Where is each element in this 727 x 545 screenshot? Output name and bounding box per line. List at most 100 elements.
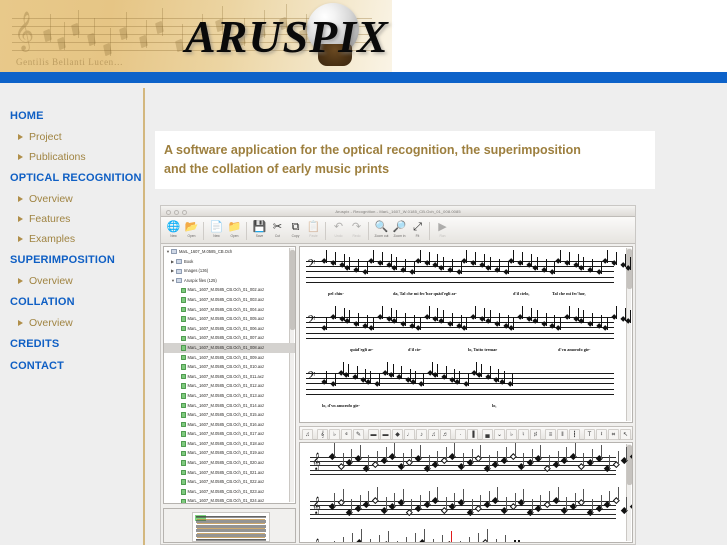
sidebar-item-features[interactable]: Features	[0, 209, 143, 229]
score-note-stem	[445, 447, 447, 461]
score-note-stem	[359, 495, 361, 509]
toolbar-button-zoom-out[interactable]: 🔍 Zoom out	[373, 220, 390, 238]
meter-tool-icon[interactable]: 𝄴	[341, 428, 352, 440]
notation-tool-icon[interactable]: ♫	[302, 428, 313, 440]
page-thumbnail-pane[interactable]	[163, 508, 296, 543]
toolbar-button-new[interactable]: 🌐 New	[165, 220, 182, 238]
tree-item[interactable]: MarL_1607_M.0585_CB.Och_01_002.axz	[164, 285, 295, 295]
dot-tool-icon[interactable]: ·	[455, 428, 466, 440]
tree-item[interactable]: MarL_1607_M.0585_CB.Och_01_013.axz	[164, 391, 295, 401]
toolbar-button-new[interactable]: 📄 New	[208, 220, 225, 238]
tree-item[interactable]: MarL_1607_M.0585_CB.Och_01_018.axz	[164, 439, 295, 449]
semifusa-note-icon[interactable]: ♬	[440, 428, 451, 440]
toolbar-button-copy[interactable]: ⧉ Copy	[287, 220, 304, 238]
score-note-stem	[480, 495, 482, 509]
tree-item[interactable]: MarL_1607_M.0585_CB.Och_01_009.axz	[164, 353, 295, 363]
tree-item[interactable]: ▶ Images (136)	[164, 266, 295, 276]
tree-item[interactable]: MarL_1607_M.0585_CB.Och_01_020.axz	[164, 458, 295, 468]
tree-item[interactable]: MarL_1607_M.0585_CB.Och_01_021.axz	[164, 468, 295, 478]
sidebar-item-overview[interactable]: Overview	[0, 313, 143, 333]
custos-icon[interactable]: ⌄	[494, 428, 505, 440]
tree-item[interactable]: MarL_1607_M.0585_CB.Och_01_022.axz	[164, 477, 295, 487]
tree-item[interactable]: MarL_1607_M.0585_CB.Och_01_015.axz	[164, 410, 295, 420]
score-note-stem	[334, 541, 335, 542]
facsimile-note-stem	[624, 254, 626, 268]
toolbar-button-open[interactable]: 📂 Open	[183, 220, 200, 238]
score-note-stem	[574, 443, 576, 457]
natural-icon[interactable]: ♮	[518, 428, 529, 440]
tree-item[interactable]: MarL_1607_M.0585_CB.Och_01_019.axz	[164, 448, 295, 458]
toolbar-button-fit[interactable]: ⤢ Fit	[409, 220, 426, 238]
keysig-tool-icon[interactable]: ♭	[329, 428, 340, 440]
content-divider	[143, 88, 145, 545]
barline-icon[interactable]: ‖	[557, 428, 568, 440]
tree-item[interactable]: ▶ Book	[164, 257, 295, 267]
facsimile-note-stem	[343, 254, 345, 268]
tree-item[interactable]: MarL_1607_M.0585_CB.Och_01_007.axz	[164, 333, 295, 343]
toolbar-button-open[interactable]: 📁 Open	[226, 220, 243, 238]
tree-item[interactable]: MarL_1607_M.0585_CB.Och_01_014.axz	[164, 401, 295, 411]
select-tool-icon[interactable]: ↖	[620, 428, 631, 440]
save-icon: 💾	[252, 221, 267, 233]
tree-item[interactable]: ▼ MarL_1607_M.0585_CB.Och	[164, 247, 295, 257]
sidebar-item-collation[interactable]: COLLATION	[0, 291, 143, 313]
pen-tool-icon[interactable]: ✎	[353, 428, 364, 440]
semiminima-note-icon[interactable]: ♪	[416, 428, 427, 440]
sidebar-item-superimposition[interactable]: SUPERIMPOSITION	[0, 249, 143, 271]
score-note-stem	[592, 499, 593, 513]
rest-brevis-icon[interactable]: ▄	[482, 428, 493, 440]
rest-longa-icon[interactable]: ▐	[467, 428, 478, 440]
recognized-score-pane[interactable]: 𝄞𝄞𝄞	[299, 442, 633, 543]
aruspix-file-icon	[181, 354, 186, 361]
facsimile-note-stem	[419, 317, 421, 330]
tree-item[interactable]: MarL_1607_M.0585_CB.Och_01_003.axz	[164, 295, 295, 305]
facsimile-scrollbar[interactable]	[626, 248, 632, 421]
text-tool-icon[interactable]: T	[584, 428, 595, 440]
longa-note-icon[interactable]: ▬	[368, 428, 379, 440]
facsimile-note-stem	[554, 261, 556, 274]
minima-note-icon[interactable]: ♩	[404, 428, 415, 440]
score-note-stem	[566, 497, 568, 511]
sidebar-item-publications[interactable]: Publications	[0, 147, 143, 167]
tree-item[interactable]: MarL_1607_M.0585_CB.Och_01_005.axz	[164, 314, 295, 324]
tree-item[interactable]: MarL_1607_M.0585_CB.Och_01_012.axz	[164, 381, 295, 391]
tree-item[interactable]: MarL_1607_M.0585_CB.Och_01_024.axz	[164, 496, 295, 503]
facsimile-note-stem	[405, 258, 407, 272]
sidebar-item-home[interactable]: HOME	[0, 105, 143, 127]
tree-item-selected[interactable]: MarL_1607_M.0585_CB.Och_01_008.axz	[164, 342, 295, 353]
semibrevis-note-icon[interactable]: ◆	[392, 428, 403, 440]
tree-item[interactable]: MarL_1607_M.0585_CB.Och_01_016.axz	[164, 420, 295, 430]
facsimile-image-pane[interactable]: 𝄢𝄢𝄢pel chiu-da, Tal che mi fec'hor quãd'…	[299, 246, 633, 423]
tree-item[interactable]: MarL_1607_M.0585_CB.Och_01_011.axz	[164, 372, 295, 382]
sidebar-item-examples[interactable]: Examples	[0, 229, 143, 249]
tree-item-label: MarL_1607_M.0585_CB.Och_01_018.axz	[187, 441, 265, 446]
tree-item[interactable]: MarL_1607_M.0585_CB.Och_01_023.axz	[164, 487, 295, 497]
sidebar-item-contact[interactable]: CONTACT	[0, 355, 143, 377]
grid-tool-icon[interactable]: ⌗	[608, 428, 619, 440]
brevis-note-icon[interactable]: ▬	[380, 428, 391, 440]
project-tree-pane[interactable]: ▼ MarL_1607_M.0585_CB.Och ▶ Book ▶ Images (13…	[163, 246, 296, 504]
sidebar-item-overview[interactable]: Overview	[0, 271, 143, 291]
score-scrollbar-thumb[interactable]	[627, 445, 632, 485]
sidebar-item-optical-recognition[interactable]: OPTICAL RECOGNITION	[0, 167, 143, 189]
toolbar-button-save[interactable]: 💾 Save	[251, 220, 268, 238]
ligature-icon[interactable]: ≡	[545, 428, 556, 440]
facsimile-note-stem	[554, 314, 556, 328]
sidebar-item-credits[interactable]: CREDITS	[0, 333, 143, 355]
page-break-icon[interactable]: ┇	[569, 428, 580, 440]
clef-tool-icon[interactable]: 𝄞	[317, 428, 328, 440]
toolbar-button-cut[interactable]: ✂ Cut	[269, 220, 286, 238]
tree-item[interactable]: MarL_1607_M.0585_CB.Och_01_010.axz	[164, 362, 295, 372]
toolbar-button-zoom-in[interactable]: 🔎 Zoom in	[391, 220, 408, 238]
fusa-note-icon[interactable]: ♫	[428, 428, 439, 440]
tree-item[interactable]: ▼ Aruspix files (125)	[164, 276, 295, 286]
sidebar-item-project[interactable]: Project	[0, 127, 143, 147]
facsimile-note-stem	[390, 254, 392, 268]
sidebar-item-overview[interactable]: Overview	[0, 189, 143, 209]
tree-item[interactable]: MarL_1607_M.0585_CB.Och_01_004.axz	[164, 305, 295, 315]
lyric-tool-icon[interactable]: 𝄽	[596, 428, 607, 440]
tree-item[interactable]: MarL_1607_M.0585_CB.Och_01_006.axz	[164, 324, 295, 334]
sharp-icon[interactable]: ♯	[530, 428, 541, 440]
flat-icon[interactable]: ♭	[506, 428, 517, 440]
tree-item[interactable]: MarL_1607_M.0585_CB.Och_01_017.axz	[164, 429, 295, 439]
